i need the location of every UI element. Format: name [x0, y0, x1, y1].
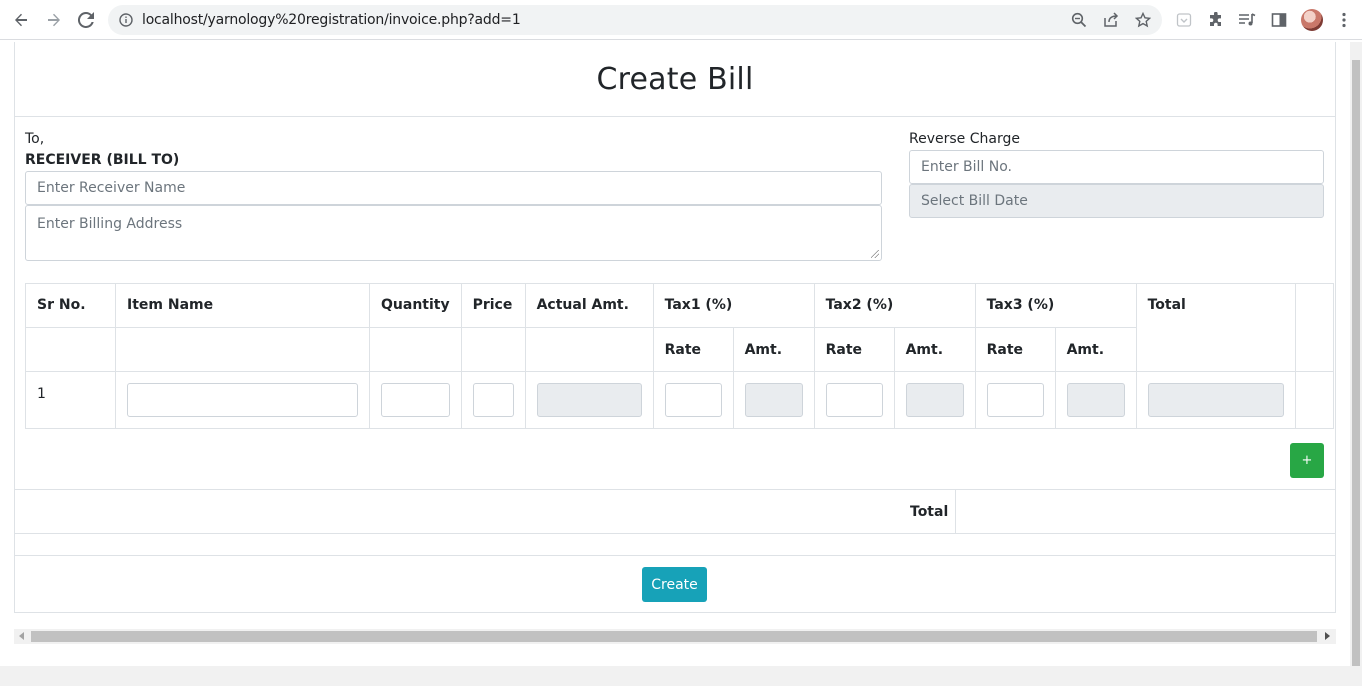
- col-actual-amt: Actual Amt.: [524, 283, 654, 328]
- col-tax3: Tax3 (%): [974, 283, 1137, 328]
- horizontal-scrollbar[interactable]: [14, 629, 1336, 644]
- sub-empty: [524, 327, 654, 372]
- quantity-input[interactable]: [381, 383, 450, 417]
- col-quantity: Quantity: [369, 283, 462, 328]
- row-total-input: [1147, 383, 1284, 417]
- tax2-rate-cell: [813, 371, 895, 429]
- col-actions: [1294, 283, 1334, 372]
- tax3-rate-cell: [974, 371, 1056, 429]
- tax1-amt-input: [744, 383, 803, 417]
- actual-amt-cell: [524, 371, 654, 429]
- reverse-charge-label: Reverse Charge: [909, 131, 1020, 147]
- col-total: Total: [1135, 283, 1296, 372]
- grand-total-row: Total: [14, 489, 1336, 534]
- col-tax1: Tax1 (%): [652, 283, 815, 328]
- actions-cell: [1294, 371, 1334, 429]
- receiver-heading: RECEIVER (BILL TO): [25, 152, 180, 168]
- scroll-right-icon[interactable]: [1325, 632, 1330, 640]
- table-row: 1: [25, 371, 1334, 429]
- items-table: Sr No. Item Name Quantity Price Actual A…: [25, 283, 1334, 429]
- tax2-rate-input[interactable]: [825, 383, 883, 417]
- col-tax2: Tax2 (%): [813, 283, 976, 328]
- vertical-scroll-thumb[interactable]: [1352, 60, 1360, 672]
- total-cell: [1135, 371, 1296, 429]
- info-icon[interactable]: [119, 13, 133, 32]
- tax3-amt-input: [1066, 383, 1125, 417]
- tax2-amt-input: [905, 383, 964, 417]
- reload-icon[interactable]: [74, 8, 98, 32]
- tax1-amt-cell: [732, 371, 815, 429]
- card-header: Create Bill: [15, 42, 1335, 117]
- tax1-rate-header: Rate: [652, 327, 734, 372]
- receiver-name-input[interactable]: Enter Receiver Name: [25, 171, 882, 205]
- price-cell: [460, 371, 526, 429]
- tax2-amt-cell: [893, 371, 976, 429]
- tax3-amt-cell: [1054, 371, 1137, 429]
- resize-handle-icon[interactable]: [871, 250, 879, 258]
- divider: [14, 555, 1336, 556]
- quantity-cell: [369, 371, 462, 429]
- col-sr-no: Sr No.: [25, 283, 116, 328]
- billing-address-placeholder: Enter Billing Address: [37, 216, 183, 232]
- bill-no-input[interactable]: Enter Bill No.: [909, 150, 1324, 184]
- star-icon[interactable]: [1134, 11, 1152, 29]
- tax1-amt-header: Amt.: [732, 327, 815, 372]
- sub-empty: [25, 327, 116, 372]
- item-name-cell: [115, 371, 370, 429]
- tax3-rate-header: Rate: [974, 327, 1056, 372]
- sub-empty: [460, 327, 526, 372]
- tax2-amt-header: Amt.: [893, 327, 976, 372]
- col-item-name: Item Name: [115, 283, 370, 328]
- vertical-scrollbar[interactable]: [1350, 42, 1362, 672]
- price-input[interactable]: [472, 383, 514, 417]
- forward-arrow-icon[interactable]: [42, 8, 66, 32]
- url-text: localhost/yarnology%20registration/invoi…: [142, 12, 521, 28]
- tax1-rate-cell: [652, 371, 734, 429]
- bill-date-input[interactable]: Select Bill Date: [909, 184, 1324, 218]
- media-icon[interactable]: [1237, 10, 1257, 30]
- tax3-amt-header: Amt.: [1054, 327, 1137, 372]
- sub-empty: [115, 327, 370, 372]
- scroll-left-icon[interactable]: [19, 632, 24, 640]
- tax2-rate-header: Rate: [813, 327, 895, 372]
- actual-amt-input: [536, 383, 642, 417]
- page-bottom-area: [0, 666, 1362, 686]
- item-name-input[interactable]: [127, 383, 358, 417]
- menu-icon[interactable]: [1334, 10, 1354, 30]
- sidebar-icon[interactable]: [1269, 10, 1289, 30]
- sub-empty: [369, 327, 462, 372]
- horizontal-scroll-thumb[interactable]: [31, 631, 1317, 642]
- tax1-rate-input[interactable]: [664, 383, 722, 417]
- to-label: To,: [25, 131, 45, 147]
- add-row-button[interactable]: +: [1290, 443, 1324, 478]
- back-arrow-icon[interactable]: [9, 8, 33, 32]
- share-icon[interactable]: [1102, 11, 1120, 29]
- zoom-icon[interactable]: [1070, 11, 1088, 29]
- extensions-icon[interactable]: [1206, 10, 1226, 30]
- tax3-rate-input[interactable]: [986, 383, 1044, 417]
- row-sr-no: 1: [25, 371, 116, 429]
- address-bar[interactable]: localhost/yarnology%20registration/invoi…: [108, 5, 1162, 35]
- grand-total-label: Total: [910, 504, 949, 520]
- billing-address-textarea[interactable]: Enter Billing Address: [25, 205, 882, 261]
- page-title: Create Bill: [596, 61, 754, 97]
- browser-toolbar: localhost/yarnology%20registration/invoi…: [0, 0, 1362, 40]
- create-button[interactable]: Create: [642, 567, 707, 602]
- col-price: Price: [460, 283, 526, 328]
- pocket-icon[interactable]: [1174, 10, 1194, 30]
- divider: [955, 490, 956, 534]
- avatar[interactable]: [1301, 9, 1323, 31]
- table-header-row: Sr No. Item Name Quantity Price Actual A…: [25, 283, 1334, 372]
